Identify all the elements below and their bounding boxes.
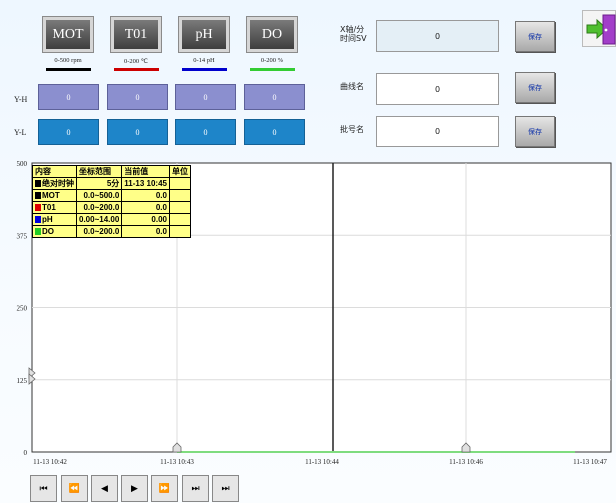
y-low-label: Y-L <box>14 128 27 137</box>
legend-name-cell: T01 <box>32 201 77 214</box>
save-time-button[interactable]: 保存 <box>515 21 555 52</box>
nav-fast-forward-button[interactable]: ⏩ <box>151 475 178 502</box>
t01-y-high-input[interactable]: 0 <box>107 84 168 110</box>
legend-row: DO 0.0~200.0 0.0 <box>32 225 191 238</box>
legend-value: 0.00 <box>121 213 170 226</box>
x-tick-label: 11-13 10:42 <box>33 458 67 466</box>
legend-name-cell: DO <box>32 225 77 238</box>
mot-y-high-input[interactable]: 0 <box>38 84 99 110</box>
legend-swatch <box>35 216 41 223</box>
legend-unit <box>168 213 191 226</box>
legend-header-name: 内容 <box>32 165 77 178</box>
legend-table: 内容 坐标范围 当前值 单位 绝对时钟 5分 11-13 10:45 MOT 0… <box>32 165 191 238</box>
legend-name: MOT <box>42 191 60 200</box>
t01-color-bar <box>114 68 159 71</box>
ph-y-high-input[interactable]: 0 <box>175 84 236 110</box>
legend-swatch <box>35 192 41 199</box>
x-tick-label: 11-13 10:44 <box>305 458 339 466</box>
x-axis-time-input[interactable]: 0 <box>376 20 499 52</box>
legend-row: MOT 0.0~500.0 0.0 <box>32 189 191 202</box>
mot-y-low-input[interactable]: 0 <box>38 119 99 145</box>
ph-button[interactable]: pH <box>178 16 230 53</box>
legend-range: 5分 <box>75 177 123 190</box>
ph-color-bar <box>182 68 227 71</box>
legend-name: pH <box>42 215 53 224</box>
y-tick-label: 0 <box>24 449 28 457</box>
exit-button[interactable] <box>582 10 616 47</box>
legend-unit <box>168 201 191 214</box>
legend-range: 0.00~14.00 <box>75 213 123 226</box>
legend-value: 0.0 <box>121 225 170 238</box>
legend-range: 0.0~500.0 <box>75 189 123 202</box>
legend-header-row: 内容 坐标范围 当前值 单位 <box>32 165 191 178</box>
legend-swatch <box>35 204 41 211</box>
do-y-low-input[interactable]: 0 <box>244 119 305 145</box>
legend-swatch <box>35 180 41 187</box>
hmi-screen: MOT T01 pH DO 0-500 rpm 0-200 ℃ 0-14 pH … <box>0 0 616 503</box>
batch-name-input[interactable]: 0 <box>376 116 499 147</box>
legend-name: 绝对时钟 <box>42 179 74 188</box>
nav-forward-button[interactable]: ▶ <box>121 475 148 502</box>
legend-unit <box>168 177 191 190</box>
ph-y-low-input[interactable]: 0 <box>175 119 236 145</box>
save-curve-button[interactable]: 保存 <box>515 72 555 103</box>
do-color-bar <box>250 68 295 71</box>
legend-unit <box>168 189 191 202</box>
do-range: 0-200 % <box>260 57 284 64</box>
x-tick-label: 11-13 10:43 <box>160 458 194 466</box>
mot-button[interactable]: MOT <box>42 16 94 53</box>
nav-live-button[interactable]: ⏭ <box>212 475 239 502</box>
do-y-high-input[interactable]: 0 <box>244 84 305 110</box>
y-tick-label: 125 <box>17 377 28 385</box>
do-button[interactable]: DO <box>246 16 298 53</box>
y-high-label: Y-H <box>14 95 28 104</box>
t01-y-low-input[interactable]: 0 <box>107 119 168 145</box>
nav-first-button[interactable]: ⏮ <box>30 475 57 502</box>
legend-name: T01 <box>42 203 56 212</box>
y-tick-label: 375 <box>17 232 28 240</box>
save-batch-button[interactable]: 保存 <box>515 116 555 147</box>
nav-back-button[interactable]: ◀ <box>91 475 118 502</box>
legend-value: 11-13 10:45 <box>121 177 170 190</box>
y-tick-label: 250 <box>17 305 28 313</box>
x-tick-label: 11-13 10:47 <box>573 458 607 466</box>
curve-name-label: 曲线名 <box>340 82 364 91</box>
curve-name-input[interactable]: 0 <box>376 73 499 105</box>
batch-name-label: 批号名 <box>340 125 364 134</box>
legend-value: 0.0 <box>121 189 170 202</box>
legend-swatch <box>35 228 41 235</box>
legend-header-unit: 单位 <box>168 165 191 178</box>
y-tick-label: 500 <box>17 160 28 168</box>
legend-range: 0.0~200.0 <box>75 201 123 214</box>
legend-header-value: 当前值 <box>121 165 170 178</box>
legend-name-cell: 绝对时钟 <box>32 177 77 190</box>
legend-name-cell: MOT <box>32 189 77 202</box>
legend-row: 绝对时钟 5分 11-13 10:45 <box>32 177 191 190</box>
legend-value: 0.0 <box>121 201 170 214</box>
legend-row: T01 0.0~200.0 0.0 <box>32 201 191 214</box>
exit-icon <box>586 14 616 45</box>
t01-button[interactable]: T01 <box>110 16 162 53</box>
legend-range: 0.0~200.0 <box>75 225 123 238</box>
legend-unit <box>168 225 191 238</box>
nav-last-button[interactable]: ⏭ <box>182 475 209 502</box>
mot-color-bar <box>46 68 91 71</box>
legend-header-range: 坐标范围 <box>75 165 123 178</box>
x-axis-time-label: X轴/分 时间SV <box>340 25 367 43</box>
x-tick-label: 11-13 10:46 <box>449 458 483 466</box>
legend-row: pH 0.00~14.00 0.00 <box>32 213 191 226</box>
legend-name: DO <box>42 227 54 236</box>
nav-fast-back-button[interactable]: ⏪ <box>61 475 88 502</box>
legend-name-cell: pH <box>32 213 77 226</box>
